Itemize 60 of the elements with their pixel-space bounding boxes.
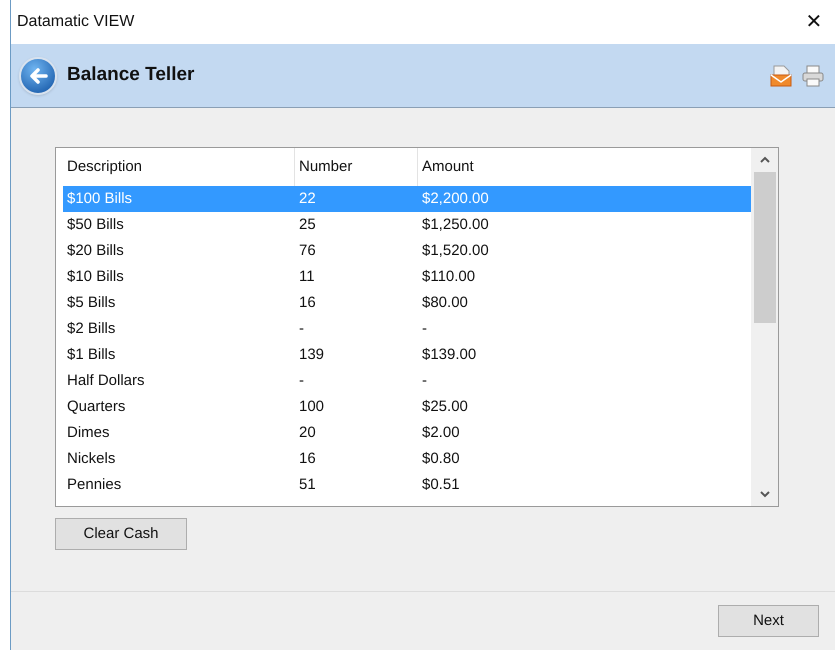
table-cell-text: $110.00 xyxy=(421,266,476,287)
back-button[interactable] xyxy=(19,56,57,94)
table-row[interactable]: $1 Bills 139 $139.00 xyxy=(63,342,751,368)
table-cell-text: $50 Bills xyxy=(66,214,125,235)
table-cell-text: Pennies xyxy=(66,474,122,495)
table-cell-text: $10 Bills xyxy=(66,266,125,287)
page-title: Balance Teller xyxy=(67,63,194,88)
window-title: Datamatic VIEW xyxy=(17,12,134,32)
table-cell-text: 139 xyxy=(298,344,326,365)
table-cell-text: $1,520.00 xyxy=(421,240,490,261)
table-cell-text: $1,250.00 xyxy=(421,214,490,235)
table-cell-text: 25 xyxy=(298,214,317,235)
next-button[interactable]: Next xyxy=(718,605,819,637)
table-cell-text: 51 xyxy=(298,474,317,495)
table-cell-text: 11 xyxy=(298,266,316,287)
clear-cash-button[interactable]: Clear Cash xyxy=(55,518,187,550)
table-cell-text: - xyxy=(298,318,305,339)
envelope-document-icon xyxy=(769,64,793,88)
table-row[interactable]: $2 Bills - - xyxy=(63,316,751,342)
printer-icon xyxy=(801,64,825,88)
table-row[interactable]: Half Dollars - - xyxy=(63,368,751,394)
table-row[interactable]: Quarters 100 $25.00 xyxy=(63,394,751,420)
table-cell-text: Quarters xyxy=(66,396,126,417)
table-cell-text: $2 Bills xyxy=(66,318,116,339)
table-cell-text: $80.00 xyxy=(421,292,469,313)
table-cell-text: $2,200.00 xyxy=(421,188,490,209)
table-row[interactable]: $20 Bills 76 $1,520.00 xyxy=(63,238,751,264)
table-row[interactable]: Nickels 16 $0.80 xyxy=(63,446,751,472)
table-row[interactable]: Dimes 20 $2.00 xyxy=(63,420,751,446)
column-header[interactable]: Amount xyxy=(418,148,751,186)
table-cell-text: $139.00 xyxy=(421,344,478,365)
table-cell-text: 22 xyxy=(298,188,317,209)
table-cell-text: $25.00 xyxy=(421,396,469,417)
table-cell-text: $0.80 xyxy=(421,448,461,469)
table-cell-text: $5 Bills xyxy=(66,292,116,313)
table-cell-text: Half Dollars xyxy=(66,370,146,391)
table-cell-text: Dimes xyxy=(66,422,111,443)
table-cell-text: $1 Bills xyxy=(66,344,116,365)
table-row[interactable]: $10 Bills 11 $110.00 xyxy=(63,264,751,290)
table-cell-text: - xyxy=(421,318,428,339)
table-cell-text: $2.00 xyxy=(421,422,461,443)
table-cell-text: 16 xyxy=(298,292,317,313)
table-cell-text: 16 xyxy=(298,448,317,469)
print-button[interactable] xyxy=(801,64,825,88)
table-cell-text: - xyxy=(421,370,428,391)
scrollbar[interactable] xyxy=(751,148,778,506)
table-cell-text: 100 xyxy=(298,396,326,417)
table-cell-text: - xyxy=(298,370,305,391)
table-cell-text: 76 xyxy=(298,240,317,261)
table-cell-text: $20 Bills xyxy=(66,240,125,261)
table-cell-text: $0.51 xyxy=(421,474,461,495)
table-cell-text: 20 xyxy=(298,422,317,443)
table-row[interactable]: Pennies 51 $0.51 xyxy=(63,472,751,498)
close-button[interactable]: ✕ xyxy=(799,12,829,32)
table-cell-text: Nickels xyxy=(66,448,116,469)
table-row[interactable]: $5 Bills 16 $80.00 xyxy=(63,290,751,316)
table-cell-text: $100 Bills xyxy=(66,188,134,209)
scroll-thumb[interactable] xyxy=(754,172,776,323)
email-button[interactable] xyxy=(769,64,793,88)
table-row[interactable]: $50 Bills 25 $1,250.00 xyxy=(63,212,751,238)
